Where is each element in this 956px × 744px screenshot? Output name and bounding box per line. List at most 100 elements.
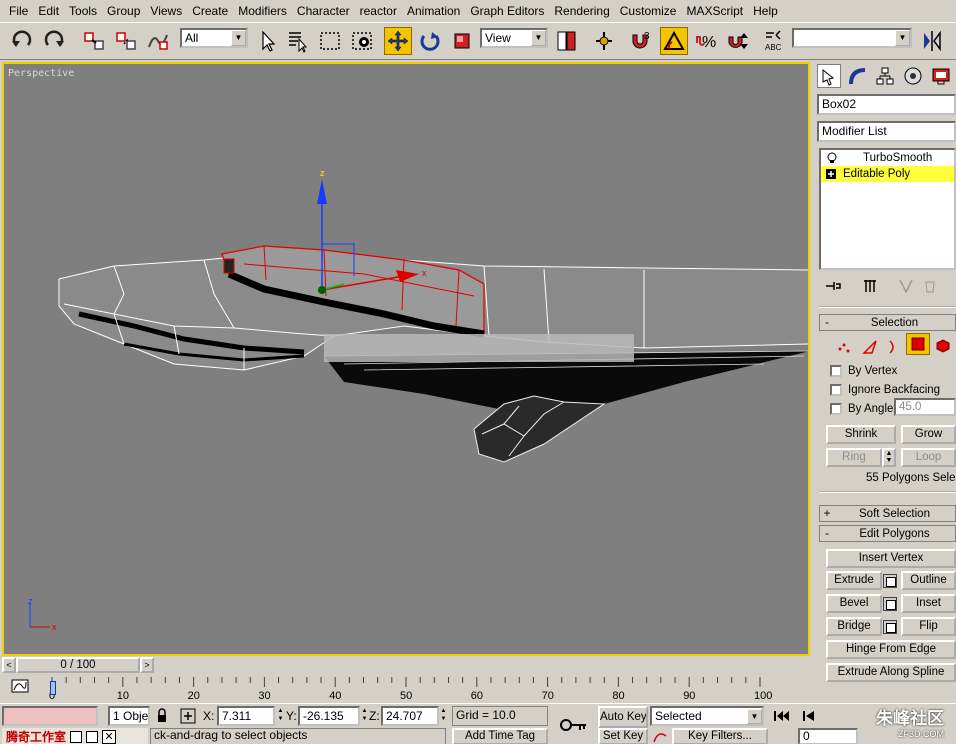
menu-views[interactable]: Views — [145, 0, 187, 22]
extrude-button[interactable]: Extrude — [826, 571, 882, 590]
by-angle-checkbox[interactable]: By Angle: — [814, 399, 897, 418]
current-frame-marker[interactable] — [50, 681, 56, 695]
selection-filter-dropdown[interactable]: All ▼ — [180, 28, 248, 48]
reference-coordinate-dropdown[interactable]: View ▼ — [480, 28, 548, 48]
object-name-field[interactable]: Box02 — [817, 94, 956, 115]
border-level-icon[interactable] — [889, 340, 894, 354]
modifier-list-dropdown[interactable]: Modifier List — [817, 121, 956, 142]
mirror-button[interactable] — [918, 27, 946, 55]
modify-tab[interactable] — [845, 64, 869, 88]
checkbox-box[interactable] — [830, 402, 842, 415]
key-filters-button[interactable]: Key Filters... — [672, 728, 768, 744]
time-next-button[interactable]: > — [140, 657, 154, 673]
menu-edit[interactable]: Edit — [33, 0, 64, 22]
selection-rollout-header[interactable]: - Selection — [819, 314, 956, 331]
vertex-level-icon[interactable] — [838, 343, 850, 353]
insert-vertex-button[interactable]: Insert Vertex — [826, 549, 956, 568]
perspective-viewport[interactable]: Perspective z x z x — [2, 62, 810, 656]
select-and-manipulate-button[interactable] — [590, 27, 618, 55]
x-coord-spinner[interactable]: ▲ ▼ — [276, 707, 285, 725]
extrude-settings-button[interactable] — [883, 574, 897, 588]
key-tangent-icon[interactable] — [652, 730, 668, 744]
unlink-button[interactable] — [112, 27, 140, 55]
pivot-center-button[interactable] — [552, 27, 580, 55]
menu-modifiers[interactable]: Modifiers — [233, 0, 292, 22]
checkbox-box[interactable] — [830, 364, 842, 377]
menu-animation[interactable]: Animation — [402, 0, 465, 22]
status-toggle-box[interactable] — [70, 730, 83, 743]
stack-item-editable-poly[interactable]: Editable Poly — [821, 166, 954, 182]
window-crossing-button[interactable] — [348, 27, 376, 55]
ring-button[interactable]: Ring — [826, 448, 882, 467]
ignore-backfacing-checkbox[interactable]: Ignore Backfacing — [814, 380, 940, 399]
stack-item-turbosmooth[interactable]: TurboSmooth — [821, 150, 954, 166]
menu-create[interactable]: Create — [187, 0, 233, 22]
select-and-link-button[interactable] — [80, 27, 108, 55]
show-end-result-icon[interactable] — [862, 278, 878, 294]
select-by-name-button[interactable] — [284, 27, 312, 55]
menu-tools[interactable]: Tools — [64, 0, 102, 22]
menu-maxscript[interactable]: MAXScript — [681, 0, 748, 22]
close-icon[interactable]: ✕ — [102, 729, 117, 744]
by-vertex-checkbox[interactable]: By Vertex — [814, 361, 897, 380]
polygon-level-button[interactable] — [906, 333, 930, 355]
bridge-button[interactable]: Bridge — [826, 617, 882, 636]
pin-stack-icon[interactable] — [824, 278, 842, 294]
previous-frame-icon[interactable] — [800, 708, 820, 724]
edit-polygons-rollout-header[interactable]: - Edit Polygons — [819, 525, 956, 542]
bevel-button[interactable]: Bevel — [826, 594, 882, 613]
menu-graph-editors[interactable]: Graph Editors — [465, 0, 549, 22]
z-coord-input[interactable]: 24.707 — [381, 706, 439, 726]
checkbox-box[interactable] — [830, 383, 842, 396]
bind-space-warp-button[interactable] — [144, 27, 172, 55]
hierarchy-tab[interactable] — [873, 64, 897, 88]
ring-spinner[interactable]: ▲ ▼ — [882, 448, 896, 467]
time-prev-button[interactable]: < — [2, 657, 16, 673]
auto-key-button[interactable]: Auto Key — [598, 706, 648, 728]
make-unique-icon[interactable] — [898, 278, 914, 294]
motion-tab[interactable] — [901, 64, 925, 88]
spinner-snap-button[interactable] — [724, 27, 752, 55]
undo-button[interactable] — [8, 27, 36, 55]
shrink-button[interactable]: Shrink — [826, 425, 896, 444]
rectangular-selection-button[interactable] — [316, 27, 344, 55]
select-and-move-button[interactable] — [384, 27, 412, 55]
bridge-settings-button[interactable] — [883, 620, 897, 634]
create-tab[interactable] — [817, 64, 841, 88]
redo-button[interactable] — [40, 27, 68, 55]
by-angle-input[interactable]: 45.0 — [894, 398, 956, 416]
angle-snap-button[interactable] — [660, 27, 688, 55]
menu-file[interactable]: File — [4, 0, 33, 22]
menu-group[interactable]: Group — [102, 0, 145, 22]
track-bar[interactable]: 0 10 20 30 40 50 60 70 80 90 100 — [2, 675, 810, 703]
soft-selection-rollout-header[interactable]: + Soft Selection — [819, 505, 956, 522]
element-level-icon[interactable] — [934, 337, 952, 353]
hinge-from-edge-button[interactable]: Hinge From Edge — [826, 640, 956, 659]
named-selection-dropdown[interactable]: ▼ — [792, 28, 912, 48]
menu-character[interactable]: Character — [292, 0, 355, 22]
outline-button[interactable]: Outline — [901, 571, 956, 590]
time-slider-handle[interactable]: 0 / 100 — [16, 657, 140, 673]
select-and-scale-button[interactable] — [448, 27, 476, 55]
absolute-mode-icon[interactable] — [180, 708, 196, 724]
select-object-button[interactable] — [254, 27, 282, 55]
modifier-stack[interactable]: TurboSmooth Editable Poly — [819, 148, 956, 270]
snaps-toggle-button[interactable]: 3 — [626, 27, 654, 55]
y-coord-input[interactable]: -26.135 — [298, 706, 360, 726]
z-coord-spinner[interactable]: ▲ ▼ — [439, 707, 448, 725]
maxscript-listener[interactable] — [2, 706, 98, 726]
add-time-tag-button[interactable]: Add Time Tag — [452, 728, 548, 744]
set-key-button[interactable]: Set Key — [598, 728, 648, 744]
status-toggle-box[interactable] — [86, 730, 99, 743]
flip-button[interactable]: Flip — [901, 617, 956, 636]
menu-help[interactable]: Help — [748, 0, 783, 22]
remove-modifier-icon[interactable] — [922, 278, 938, 294]
menu-customize[interactable]: Customize — [615, 0, 682, 22]
go-to-start-icon[interactable] — [772, 708, 792, 724]
bevel-settings-button[interactable] — [883, 597, 897, 611]
edit-named-selection-button[interactable]: ABC — [760, 27, 788, 55]
x-coord-input[interactable]: 7.311 — [217, 706, 275, 726]
lock-selection-icon[interactable] — [155, 708, 169, 724]
loop-button[interactable]: Loop — [901, 448, 956, 467]
display-tab[interactable] — [929, 64, 953, 88]
